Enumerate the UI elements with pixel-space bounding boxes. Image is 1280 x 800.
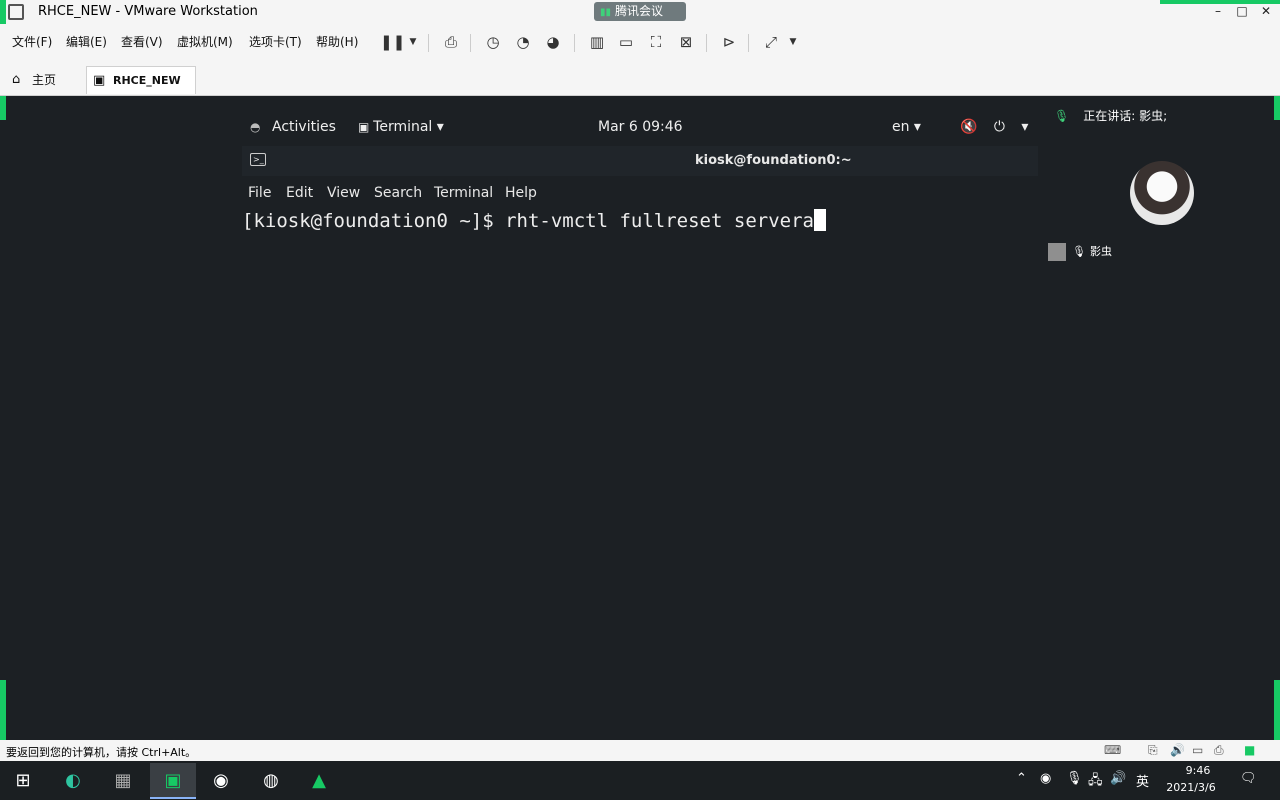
status-message: 要返回到您的计算机，请按 Ctrl+Alt。 <box>6 746 197 759</box>
maximize-button[interactable]: □ <box>1230 2 1254 20</box>
snapshot-manager-icon[interactable]: ◕ <box>542 31 564 53</box>
frame-marker <box>0 0 6 24</box>
windows-taskbar: ⊞ ◐ ▦ ▣ ◉ ◍ ▲ ⌃ ◉ 🎙 🖧 🔊 英 9:46 2021/3/6 … <box>0 761 1280 800</box>
terminal-icon: >_ <box>250 153 266 166</box>
obs-taskbar-icon[interactable]: ◉ <box>198 763 244 799</box>
app-menu[interactable]: ▣ Terminal ▾ <box>358 119 444 135</box>
windows-start-icon[interactable]: ⊞ <box>0 763 46 799</box>
frame-marker <box>1160 0 1280 4</box>
unity-icon[interactable]: ⊠ <box>675 31 697 53</box>
tab-vm-label: RHCE_NEW <box>113 74 181 87</box>
status-bar: 要返回到您的计算机，请按 Ctrl+Alt。 ⌨ ⎘ 🔊 ▭ ⎙ ■ <box>0 740 1280 761</box>
show-hidden-icons-icon[interactable]: ⌃ <box>1016 771 1027 786</box>
menu-help[interactable]: 帮助(H) <box>316 33 358 50</box>
stretch-icon[interactable]: ⤢ <box>760 31 782 53</box>
terminal-titlebar: >_ kiosk@foundation0:~ <box>242 146 1038 176</box>
microphone-icon: 🎙 <box>1054 109 1070 123</box>
language-selector[interactable]: en ▾ <box>892 119 921 135</box>
avatar <box>1130 161 1194 225</box>
menu-view[interactable]: 查看(V) <box>121 33 163 50</box>
library-icon[interactable]: ▥ <box>586 31 608 53</box>
terminal-menu-help[interactable]: Help <box>505 185 537 201</box>
audio-device-icon[interactable]: 🔊 <box>1170 743 1185 757</box>
ime-indicator[interactable]: 英 <box>1136 771 1149 790</box>
participant-row: 🎙 影虫 <box>1048 243 1112 261</box>
display-device-icon[interactable]: ▭ <box>1192 743 1203 757</box>
snapshot-icon[interactable]: ◷ <box>482 31 504 53</box>
meeting-badge[interactable]: ▮▮ 腾讯会议 <box>594 2 686 21</box>
terminal-menu-view[interactable]: View <box>327 185 360 201</box>
microphone-icon: 🎙 <box>1072 245 1086 258</box>
tab-rhce-new[interactable]: ▣ RHCE_NEW <box>86 66 196 94</box>
terminal-menu-file[interactable]: File <box>248 185 271 201</box>
meeting-badge-label: 腾讯会议 <box>615 4 664 18</box>
system-menu[interactable]: 🔇 ⏻ ▾ <box>960 119 1034 135</box>
window-titlebar: RHCE_NEW - VMware Workstation ▮▮ 腾讯会议 – □… <box>0 0 1280 24</box>
vm-icon: ▣ <box>93 73 106 88</box>
tab-home[interactable]: ⌂ 主页 <box>6 66 80 94</box>
app-taskbar-icon[interactable]: ▦ <box>100 763 146 799</box>
menu-edit[interactable]: 编辑(E) <box>66 33 107 50</box>
menu-vm[interactable]: 虚拟机(M) <box>177 33 233 50</box>
chevron-down-icon[interactable]: ▼ <box>402 31 424 53</box>
chevron-down-icon[interactable]: ▼ <box>782 31 804 53</box>
tencent-meeting-taskbar-icon[interactable]: ▲ <box>296 763 342 799</box>
vmware-taskbar-icon[interactable]: ▣ <box>150 763 196 799</box>
app-menu-label: Terminal ▾ <box>373 119 444 135</box>
menu-tabs[interactable]: 选项卡(T) <box>249 33 302 50</box>
close-button[interactable]: ✕ <box>1254 2 1278 20</box>
tab-strip: ⌂ 主页 ▣ RHCE_NEW <box>0 60 1280 96</box>
recording-icon[interactable]: ◉ <box>1040 771 1051 786</box>
gnome-top-bar: ◓ Activities ▣ Terminal ▾ Mar 6 09:46 en… <box>242 115 1038 141</box>
revert-snapshot-icon[interactable]: ◔ <box>512 31 534 53</box>
menu-file[interactable]: 文件(F) <box>12 33 52 50</box>
app-taskbar-icon[interactable]: ◍ <box>248 763 294 799</box>
terminal-app-icon: ▣ <box>358 120 374 134</box>
speaking-text: 正在讲话: 影虫; <box>1083 109 1168 123</box>
frame-marker <box>1274 96 1280 120</box>
command-text: [kiosk@foundation0 ~]$ rht-vmctl fullres… <box>242 210 814 232</box>
activities-button[interactable]: Activities <box>272 119 336 135</box>
message-log-icon[interactable]: ■ <box>1244 743 1255 757</box>
notification-icon[interactable]: 🗨 <box>1240 771 1257 786</box>
fullscreen-icon[interactable]: ⛶ <box>645 31 667 53</box>
user-icon <box>1048 243 1066 261</box>
menubar: 文件(F) 编辑(E) 查看(V) 虚拟机(M) 选项卡(T) 帮助(H) ❚❚… <box>0 24 1280 60</box>
usb-device-icon[interactable]: ⎘ <box>1148 743 1158 758</box>
text-cursor <box>813 209 826 231</box>
terminal-menu-terminal[interactable]: Terminal <box>434 185 493 201</box>
vmware-app-icon <box>8 4 24 20</box>
edge-browser-icon[interactable]: ◐ <box>50 763 96 799</box>
terminal-menubar: File Edit View Search Terminal Help <box>242 179 1038 207</box>
minimize-button[interactable]: – <box>1206 2 1230 20</box>
normal-view-icon[interactable]: ▭ <box>615 31 637 53</box>
send-keys-icon[interactable]: ⎙ <box>440 31 462 53</box>
clock[interactable]: Mar 6 09:46 <box>598 119 683 135</box>
terminal-title: kiosk@foundation0:~ <box>695 153 852 168</box>
meeting-overlay: 🎙 正在讲话: 影虫; 🎙 影虫 <box>1046 97 1274 277</box>
speaking-indicator: 🎙 正在讲话: 影虫; <box>1054 107 1167 124</box>
taskbar-date[interactable]: 2021/3/6 <box>1162 781 1220 794</box>
terminal-menu-search[interactable]: Search <box>374 185 422 201</box>
pause-icon[interactable]: ❚❚ <box>380 31 405 53</box>
taskbar-time[interactable]: 9:46 <box>1178 764 1218 777</box>
redhat-icon: ◓ <box>250 120 261 134</box>
microphone-icon[interactable]: 🎙 <box>1066 771 1083 786</box>
tab-home-label: 主页 <box>32 73 57 87</box>
signal-icon: ▮▮ <box>600 7 612 18</box>
network-icon[interactable]: 🖧 <box>1088 771 1103 793</box>
volume-icon[interactable]: 🔊 <box>1110 771 1126 786</box>
frame-marker <box>1274 680 1280 740</box>
printer-device-icon[interactable]: ⎙ <box>1214 743 1224 758</box>
console-icon[interactable]: ⊳ <box>718 31 740 53</box>
terminal-menu-edit[interactable]: Edit <box>286 185 313 201</box>
participant-name: 影虫 <box>1089 245 1112 258</box>
network-device-icon[interactable]: ⌨ <box>1104 743 1121 757</box>
terminal-body[interactable]: [kiosk@foundation0 ~]$ rht-vmctl fullres… <box>242 209 1038 729</box>
terminal-prompt-line: [kiosk@foundation0 ~]$ rht-vmctl fullres… <box>242 209 826 232</box>
home-icon: ⌂ <box>12 72 21 87</box>
window-title: RHCE_NEW - VMware Workstation <box>38 4 258 19</box>
